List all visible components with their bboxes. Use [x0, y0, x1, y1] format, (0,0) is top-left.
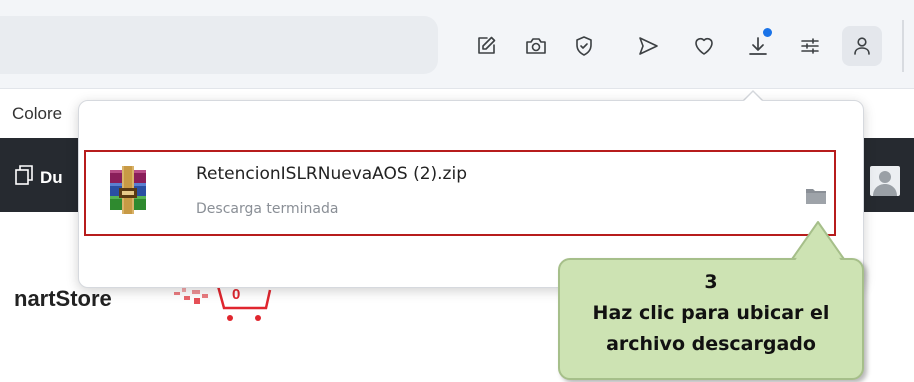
callout-line-1: Haz clic para ubicar el [592, 302, 830, 324]
callout-line-2: archivo descargado [606, 333, 816, 355]
callout-step: 3 [704, 271, 718, 293]
instruction-callout: 3 Haz clic para ubicar el archivo descar… [558, 258, 864, 380]
